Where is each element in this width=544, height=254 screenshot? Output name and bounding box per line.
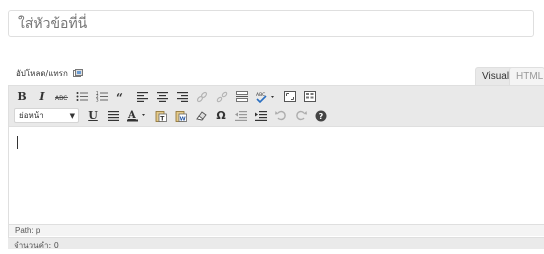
align-left-button[interactable] [134, 89, 150, 105]
svg-text:?: ? [319, 112, 324, 121]
upload-insert-label: อัปโหลด/แทรก [16, 69, 68, 78]
kitchen-sink-button[interactable] [302, 89, 318, 105]
toolbar-row-2: ย่อหน้า ▼ U A T W Ω ? [14, 106, 333, 125]
bullet-list-icon [76, 92, 88, 101]
svg-text:W: W [180, 116, 186, 122]
fullscreen-button[interactable] [282, 89, 298, 105]
text-color-button[interactable]: A [125, 108, 149, 124]
svg-text:A: A [127, 110, 136, 121]
svg-text:“: “ [116, 92, 123, 102]
redo-button[interactable] [293, 108, 309, 124]
text-color-icon: A [127, 110, 145, 122]
format-select[interactable]: ย่อหน้า ▼ [14, 108, 79, 123]
insert-link-button[interactable] [194, 89, 210, 105]
kitchen-sink-icon [304, 91, 316, 102]
blockquote-button[interactable]: “ [114, 89, 130, 105]
more-tag-icon [236, 91, 248, 102]
help-button[interactable]: ? [313, 108, 329, 124]
fullscreen-icon [284, 91, 296, 102]
chevron-down-icon: ▼ [69, 111, 75, 120]
upload-insert-row: อัปโหลด/แทรก [16, 67, 83, 80]
justify-icon [107, 110, 119, 121]
numbered-list-icon: 123 [96, 91, 108, 102]
paste-text-icon: T [155, 110, 167, 122]
unlink-icon [216, 91, 228, 102]
clear-formatting-button[interactable] [193, 108, 209, 124]
insert-more-button[interactable] [234, 89, 250, 105]
outdent-icon [235, 110, 247, 121]
text-caret [17, 136, 18, 149]
strikethrough-icon: ABC [55, 95, 67, 102]
bold-button[interactable]: B [14, 89, 30, 105]
spellcheck-button[interactable]: ABC [254, 89, 278, 105]
special-character-button[interactable]: Ω [213, 108, 229, 124]
bullet-list-button[interactable] [74, 89, 90, 105]
post-title-input[interactable] [8, 10, 534, 37]
eraser-icon [196, 111, 207, 121]
help-icon: ? [315, 110, 327, 121]
align-center-button[interactable] [154, 89, 170, 105]
align-right-icon [176, 91, 188, 102]
indent-button[interactable] [253, 108, 269, 124]
editor-content-area[interactable] [9, 127, 544, 224]
align-right-button[interactable] [174, 89, 190, 105]
redo-icon [296, 110, 307, 121]
svg-text:3: 3 [96, 98, 99, 103]
paste-text-button[interactable]: T [153, 108, 169, 124]
justify-button[interactable] [105, 108, 121, 124]
link-icon [196, 91, 208, 102]
editor-path-bar: Path: p [9, 224, 544, 236]
tab-html[interactable]: HTML [509, 67, 544, 85]
outdent-button[interactable] [233, 108, 249, 124]
rich-text-editor: B I ABC 123 “ ABC ย่อหน้า ▼ U A T W Ω ? … [8, 85, 544, 249]
undo-icon [275, 110, 286, 121]
spellcheck-icon: ABC [256, 92, 274, 103]
align-left-icon [136, 91, 148, 102]
add-media-icon[interactable] [72, 69, 83, 78]
word-count-bar: จำนวนคำ: 0 [8, 237, 544, 250]
format-select-value: ย่อหน้า [19, 111, 44, 120]
path-label: Path: p [15, 226, 41, 235]
quote-icon: “ [116, 92, 123, 102]
align-center-icon [156, 91, 168, 102]
indent-icon [255, 110, 267, 121]
editor-toolbar: B I ABC 123 “ ABC ย่อหน้า ▼ U A T W Ω ? [9, 86, 544, 127]
undo-button[interactable] [273, 108, 289, 124]
paste-word-icon: W [175, 110, 187, 122]
numbered-list-button[interactable]: 123 [94, 89, 110, 105]
underline-button[interactable]: U [85, 108, 101, 124]
toolbar-row-1: B I ABC 123 “ ABC [14, 87, 322, 106]
strikethrough-button[interactable]: ABC [54, 89, 70, 105]
italic-button[interactable]: I [34, 89, 50, 105]
unlink-button[interactable] [214, 89, 230, 105]
paste-word-button[interactable]: W [173, 108, 189, 124]
